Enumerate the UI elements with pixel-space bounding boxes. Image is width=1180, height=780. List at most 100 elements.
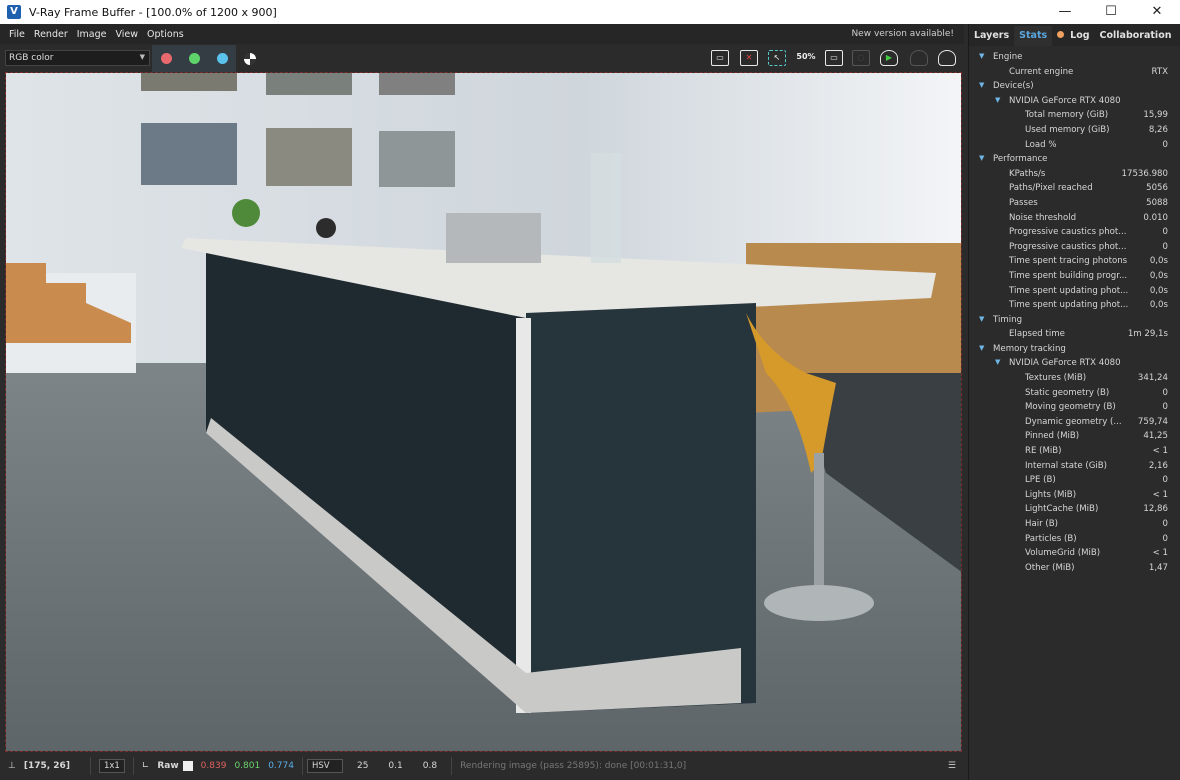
stat-label: NVIDIA GeForce RTX 4080 [1009,95,1121,106]
expand-triangle-icon[interactable]: ▼ [995,358,1000,366]
render-last-icon[interactable] [938,50,956,66]
stat-value: 0,0s [1149,256,1168,267]
expand-triangle-icon[interactable]: ▼ [979,52,984,60]
save-icon[interactable]: ▭ [711,50,729,66]
vray-logo-icon: V [7,5,21,19]
region-render-icon[interactable]: ↖ [768,50,786,66]
stats-group-row[interactable]: ▼ Device(s) [969,80,1180,95]
expand-triangle-icon[interactable]: ▼ [995,96,1000,104]
menu-view[interactable]: View [116,29,139,40]
stat-label: KPaths/s [1009,168,1046,179]
minimize-button[interactable]: — [1042,0,1088,24]
green-channel-toggle[interactable] [180,45,208,72]
red-channel-toggle[interactable] [152,45,180,72]
hue-value: 25 [356,761,369,771]
stats-row: Moving geometry (B) 0 [969,401,1180,416]
stat-label: Total memory (GiB) [1025,110,1109,121]
stat-label: Performance [993,154,1048,165]
frame-icon[interactable]: ▭ [825,50,843,66]
stats-group-row[interactable]: ▼ Memory tracking [969,343,1180,358]
stat-value: 0 [1162,533,1168,544]
title-bar: V V-Ray Frame Buffer - [100.0% of 1200 x… [0,0,1180,24]
stat-value: 1m 29,1s [1127,329,1168,340]
stop-render-icon[interactable] [910,50,928,66]
green-dot-icon [189,53,200,64]
stat-value: 41,25 [1143,431,1168,442]
interactive-render-icon[interactable]: ◌ [852,50,870,66]
zoom-50-icon[interactable]: 50% [796,50,816,66]
color-swatch [182,761,193,771]
stats-row: VolumeGrid (MiB) < 1 [969,547,1180,562]
stats-group-row[interactable]: ▼ Performance [969,153,1180,168]
menu-image[interactable]: Image [77,29,107,40]
stat-label: Moving geometry (B) [1025,402,1116,413]
stat-label: Lights (MiB) [1025,489,1077,500]
channel-select[interactable]: RGB color ▼ [5,50,150,66]
stats-row: Load % 0 [969,139,1180,154]
stat-label: Load % [1025,139,1057,150]
stat-value: 0 [1162,387,1168,398]
colorspace-select[interactable]: HSV [306,759,343,773]
stat-value: 0 [1162,227,1168,238]
expand-triangle-icon[interactable]: ▼ [979,154,984,162]
stat-value: 15,99 [1143,110,1168,121]
render-icon[interactable]: ▶ [880,50,898,66]
stat-label: Passes [1009,197,1038,208]
stat-label: Time spent updating phot... [1009,300,1129,311]
close-button[interactable]: ✕ [1134,0,1180,24]
stat-value: < 1 [1152,446,1168,457]
sampling-select[interactable]: 1x1 [98,759,125,773]
pin-icon[interactable]: ⊥ [8,761,16,771]
stats-group-row[interactable]: ▼ NVIDIA GeForce RTX 4080 [969,357,1180,372]
stat-label: LightCache (MiB) [1025,504,1099,515]
clear-image-icon[interactable]: ✕ [740,50,758,66]
new-version-link[interactable]: New version available! [851,29,954,39]
stat-label: Memory tracking [993,343,1066,354]
stats-row: Progressive caustics phot... 0 [969,241,1180,256]
alpha-channel-icon[interactable] [244,53,256,65]
stat-value: 759,74 [1137,416,1168,427]
stat-value: 17536.980 [1121,168,1168,179]
stat-label: Device(s) [993,81,1034,92]
tab-stats[interactable]: Stats [1014,26,1053,46]
menu-options[interactable]: Options [147,29,184,40]
stat-value: 5088 [1146,197,1168,208]
stats-group-row[interactable]: ▼ NVIDIA GeForce RTX 4080 [969,95,1180,110]
green-value: 0.801 [234,761,261,771]
stat-label: RE (MiB) [1025,446,1062,457]
stat-label: Hair (B) [1025,519,1058,529]
status-bar: ⊥ [175, 26] 1x1 ∟ Raw 0.839 0.801 0.774 … [0,752,964,780]
menu-file[interactable]: File [9,29,25,40]
menu-render[interactable]: Render [34,29,68,40]
stat-value: < 1 [1152,489,1168,500]
stat-label: Engine [993,52,1023,62]
tab-layers[interactable]: Layers [969,26,1014,46]
stats-row: Used memory (GiB) 8,26 [969,124,1180,139]
raw-toggle[interactable]: Raw [157,761,178,771]
curve-icon[interactable]: ∟ [142,761,150,771]
saturation-value: 0.1 [388,761,403,771]
stats-row: Total memory (GiB) 15,99 [969,109,1180,124]
log-toggle-icon[interactable]: ☰ [948,761,956,771]
maximize-button[interactable]: ☐ [1088,0,1134,24]
stat-value: 12,86 [1143,504,1168,515]
stat-label: Textures (MiB) [1025,373,1087,384]
render-viewport[interactable] [5,72,962,752]
expand-triangle-icon[interactable]: ▼ [979,315,984,323]
stats-group-row[interactable]: ▼ Timing [969,314,1180,329]
rendered-kitchen-image [6,73,961,751]
expand-triangle-icon[interactable]: ▼ [979,81,984,89]
stats-row: Current engine RTX [969,66,1180,81]
stat-value: 0 [1162,475,1168,486]
tab-collaboration[interactable]: Collaboration [1095,26,1177,46]
tab-log[interactable]: Log [1052,26,1094,46]
stats-group-row[interactable]: ▼ Engine [969,51,1180,66]
expand-triangle-icon[interactable]: ▼ [979,344,984,352]
blue-dot-icon [217,53,228,64]
divider [301,757,303,775]
stat-value: 8,26 [1148,124,1168,135]
stats-row: Paths/Pixel reached 5056 [969,182,1180,197]
stats-row: Elapsed time 1m 29,1s [969,328,1180,343]
blue-channel-toggle[interactable] [208,45,236,72]
stat-value: 0,0s [1149,300,1168,311]
